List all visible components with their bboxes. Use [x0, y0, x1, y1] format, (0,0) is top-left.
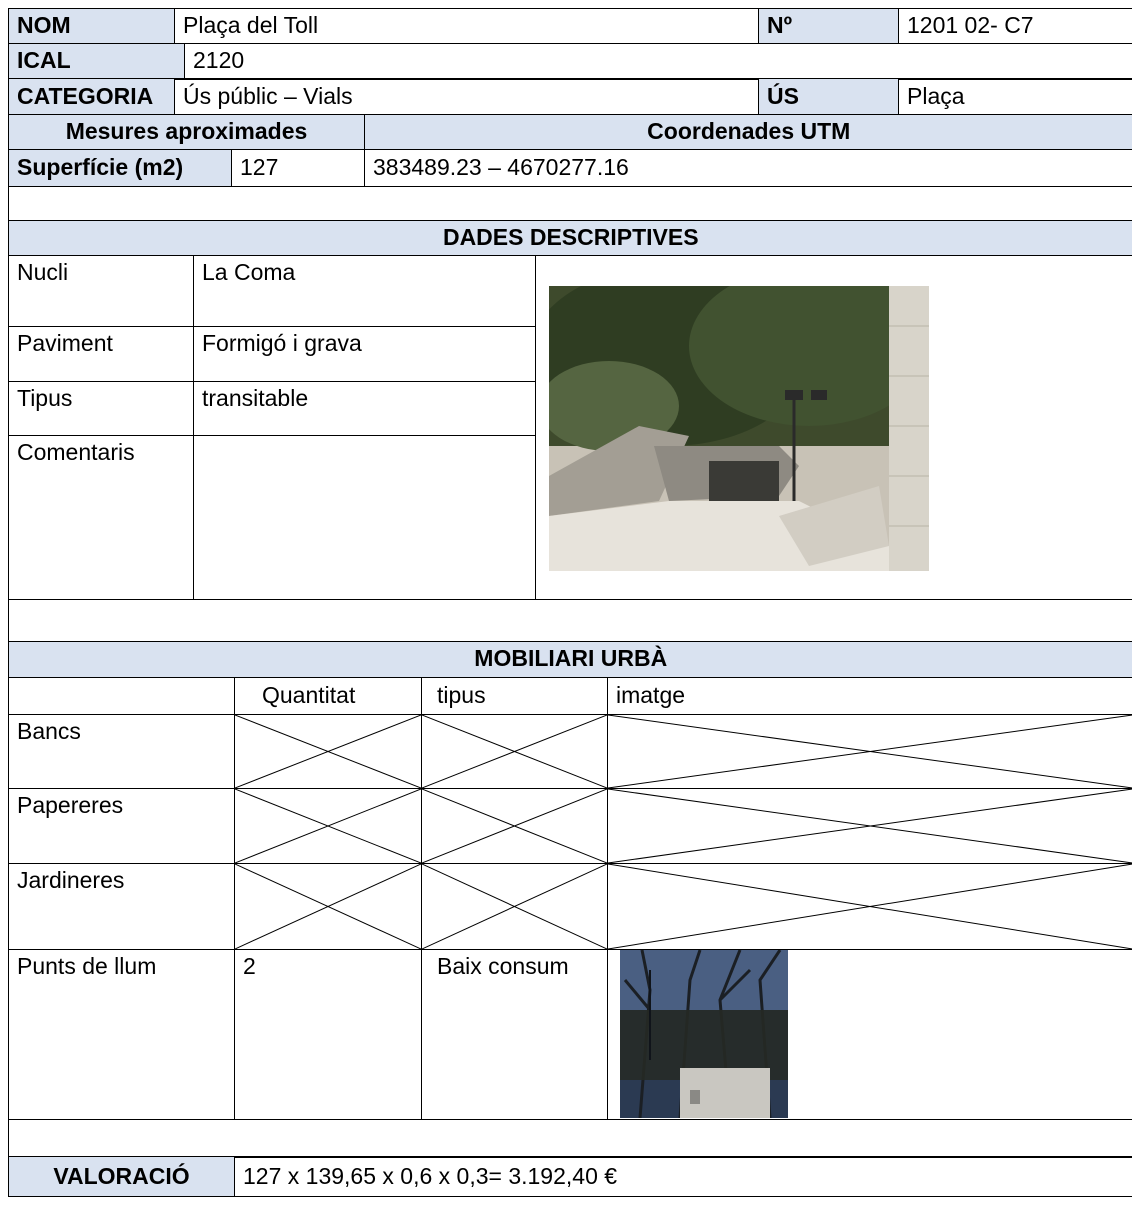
jardineres-imatge-na [607, 862, 1132, 950]
mobiliari-table: MOBILIARI URBÀ Quantitat tipus imatge Ba… [8, 640, 1132, 1158]
mesures-table: Mesures aproximades Coordenades UTM Supe… [8, 113, 1132, 222]
descriptives-table: DADES DESCRIPTIVES Nucli La Coma Pavimen… [7, 220, 1132, 642]
tipus-label: Tipus [8, 381, 194, 436]
valoracio-table: VALORACIÓ 127 x 139,65 x 0,6 x 0,3= 3.19… [8, 1156, 1132, 1197]
comentaris-value [193, 435, 536, 600]
jardineres-tipus-na [421, 862, 608, 950]
header-table: NOM Plaça del Toll Nº 1201 02- C7 [8, 8, 1132, 44]
papereres-label: Papereres [8, 787, 235, 864]
categoria-label: CATEGORIA [8, 78, 175, 115]
bancs-imatge-na [607, 713, 1132, 789]
descriptives-title: DADES DESCRIPTIVES [7, 220, 1132, 256]
bancs-tipus-na [421, 713, 608, 789]
valoracio-label: VALORACIÓ [8, 1156, 235, 1197]
coords-title: Coordenades UTM [364, 113, 1132, 150]
punts-llum-quantitat: 2 [234, 948, 422, 1120]
ical-table: ICAL 2120 [8, 42, 1132, 80]
superficie-value: 127 [231, 148, 365, 187]
coords-value: 383489.23 – 4670277.16 [364, 148, 1132, 187]
us-label: ÚS [758, 78, 899, 115]
nom-value: Plaça del Toll [174, 8, 759, 44]
ical-value: 2120 [184, 42, 1132, 80]
col-header-imatge: imatge [607, 676, 1132, 715]
paviment-label: Paviment [8, 326, 194, 382]
papereres-quantitat-na [234, 787, 422, 864]
papereres-imatge-na [607, 787, 1132, 864]
spacer-row [8, 185, 1132, 222]
mesures-title: Mesures aproximades [8, 113, 365, 150]
valoracio-value: 127 x 139,65 x 0,6 x 0,3= 3.192,40 € [234, 1156, 1132, 1197]
lamp-photo [620, 950, 788, 1118]
photo-cell [534, 255, 1132, 600]
plaza-photo [549, 286, 929, 571]
punts-llum-tipus: Baix consum [421, 948, 608, 1120]
jardineres-quantitat-na [234, 862, 422, 950]
num-value: 1201 02- C7 [898, 8, 1132, 44]
superficie-label: Superfície (m2) [8, 148, 232, 187]
punts-llum-imatge [607, 948, 1132, 1120]
mobiliari-title: MOBILIARI URBÀ [8, 640, 1132, 678]
fitxa-sheet: NOM Plaça del Toll Nº 1201 02- C7 ICAL 2… [7, 8, 1132, 1197]
jardineres-label: Jardineres [8, 862, 235, 950]
papereres-tipus-na [421, 787, 608, 864]
nom-label: NOM [8, 8, 175, 44]
col-header-quantitat: Quantitat [234, 676, 422, 715]
nucli-label: Nucli [8, 255, 194, 327]
col-header-empty [8, 676, 235, 715]
punts-llum-label: Punts de llum [8, 948, 235, 1120]
bancs-quantitat-na [234, 713, 422, 789]
num-label: Nº [758, 8, 899, 44]
col-header-tipus: tipus [421, 676, 608, 715]
nucli-value: La Coma [193, 255, 536, 327]
comentaris-label: Comentaris [8, 435, 194, 600]
paviment-value: Formigó i grava [193, 326, 536, 382]
bancs-label: Bancs [8, 713, 235, 789]
spacer-row-3 [8, 1118, 1132, 1158]
categoria-value: Ús públic – Vials [174, 78, 759, 115]
us-value: Plaça [898, 78, 1132, 115]
categoria-table: CATEGORIA Ús públic – Vials ÚS Plaça [8, 78, 1132, 115]
tipus-value: transitable [193, 381, 536, 436]
spacer-row-2 [7, 599, 1132, 642]
ical-label: ICAL [8, 42, 185, 80]
